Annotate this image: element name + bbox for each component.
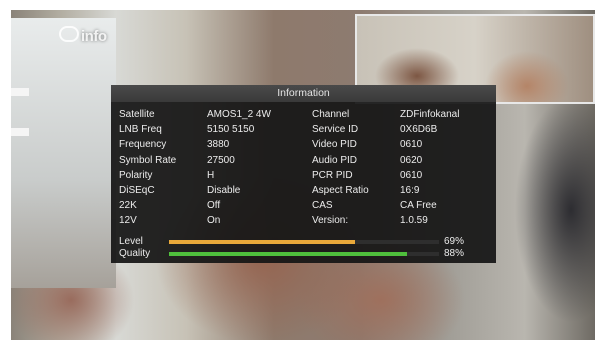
quality-percent: 88% <box>444 248 465 259</box>
info-row: 12V On Version: 1.0.59 <box>119 213 489 228</box>
info-label: Frequency <box>119 139 167 151</box>
channel-logo: info <box>59 26 129 45</box>
info-value: Off <box>207 200 221 212</box>
info-row: DiSEqC Disable Aspect Ratio 16:9 <box>119 183 489 198</box>
info-value: 5150 5150 <box>207 124 255 136</box>
screen-frame: info Information Satellite AMOS1_2 4W Ch… <box>0 0 595 340</box>
quality-bar-fill <box>169 252 407 256</box>
info-value: 3880 <box>207 139 230 151</box>
info-row: LNB Freq 5150 5150 Service ID 0X6D6B <box>119 122 489 137</box>
info-value: ZDFinfokanal <box>400 109 460 120</box>
info-label: Version: <box>312 215 349 227</box>
logo-text: info <box>81 28 107 45</box>
info-label: Polarity <box>119 169 153 181</box>
info-value: 27500 <box>207 154 235 166</box>
level-percent: 69% <box>444 236 465 247</box>
info-row: Satellite AMOS1_2 4W Channel ZDFinfokana… <box>119 107 489 122</box>
info-label: Channel <box>312 109 350 120</box>
info-grid: Satellite AMOS1_2 4W Channel ZDFinfokana… <box>119 107 489 229</box>
info-label: PCR PID <box>312 169 353 181</box>
info-value: On <box>207 215 221 227</box>
panel-title: Information <box>111 85 496 102</box>
info-value: 0610 <box>400 169 423 181</box>
info-value: CA Free <box>400 200 437 212</box>
info-label: 12V <box>119 215 137 227</box>
info-value: 1.0.59 <box>400 215 428 227</box>
info-label: Symbol Rate <box>119 154 177 166</box>
info-label: Aspect Ratio <box>312 184 369 196</box>
quality-label: Quality <box>119 248 151 259</box>
info-value: AMOS1_2 4W <box>207 109 271 120</box>
info-label: Video PID <box>312 139 357 151</box>
info-label: LNB Freq <box>119 124 162 136</box>
level-bar-fill <box>169 240 356 244</box>
signal-level-meter: Level 69% <box>119 236 489 248</box>
info-label: Satellite <box>119 109 155 120</box>
info-label: Service ID <box>312 124 359 136</box>
info-label: CAS <box>312 200 333 212</box>
info-value: 0610 <box>400 139 423 151</box>
level-bar-track <box>169 240 439 244</box>
info-value: Disable <box>207 184 241 196</box>
info-value: 16:9 <box>400 184 420 196</box>
quality-bar-track <box>169 252 439 256</box>
info-value: 0X6D6B <box>400 124 438 136</box>
level-label: Level <box>119 236 143 247</box>
info-value: 0620 <box>400 154 423 166</box>
info-value: H <box>207 169 215 181</box>
background-window <box>11 18 116 288</box>
info-row: Symbol Rate 27500 Audio PID 0620 <box>119 153 489 168</box>
info-label: Audio PID <box>312 154 358 166</box>
zdf-logo-icon <box>59 26 79 42</box>
signal-quality-meter: Quality 88% <box>119 248 489 260</box>
info-row: Frequency 3880 Video PID 0610 <box>119 137 489 152</box>
info-row: Polarity H PCR PID 0610 <box>119 168 489 183</box>
info-label: 22K <box>119 200 137 212</box>
information-panel: Information Satellite AMOS1_2 4W Channel… <box>111 85 496 263</box>
info-row: 22K Off CAS CA Free <box>119 198 489 213</box>
info-label: DiSEqC <box>119 184 155 196</box>
